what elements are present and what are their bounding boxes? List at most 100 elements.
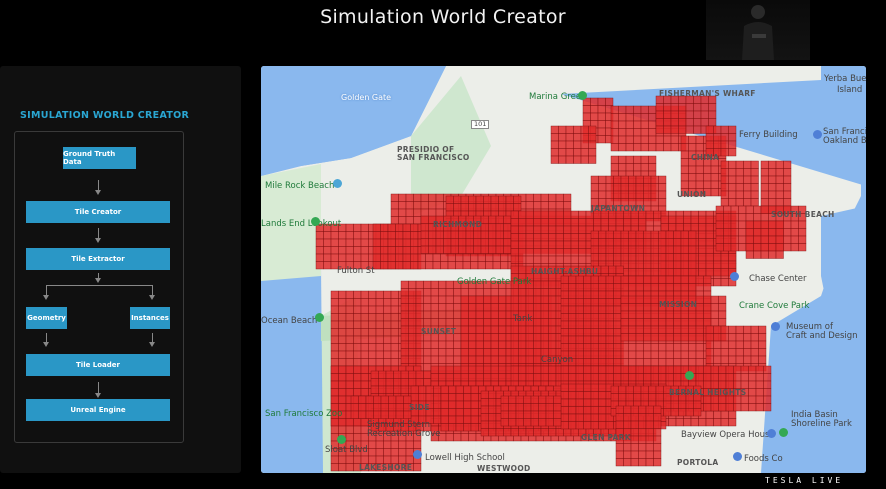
map-tile — [585, 218, 594, 227]
map-tile — [523, 395, 532, 404]
map-tile — [415, 295, 424, 304]
park-pin-icon[interactable] — [685, 371, 694, 380]
map-tile — [755, 403, 764, 412]
map-tile — [798, 220, 807, 229]
map-tile — [648, 128, 657, 137]
map-tile — [748, 403, 757, 412]
map-tile — [658, 310, 667, 319]
map-tile — [597, 120, 606, 129]
map-tile — [620, 238, 629, 247]
map-tile — [468, 195, 477, 204]
map-label-ferry-building: Ferry Building — [739, 130, 798, 140]
venue-pin-icon[interactable] — [767, 429, 776, 438]
map-tile — [720, 340, 729, 349]
map-tile — [598, 343, 607, 352]
park-pin-icon[interactable] — [315, 313, 324, 322]
map-tile — [723, 213, 732, 222]
map-tile — [783, 220, 792, 229]
map-tile — [620, 245, 629, 254]
map-tile — [655, 393, 664, 402]
map-tile — [410, 253, 419, 262]
map-tile — [605, 283, 614, 292]
map-tile — [495, 223, 504, 232]
map-tile — [720, 355, 729, 364]
map-tile — [620, 325, 629, 334]
map-tile — [582, 112, 591, 121]
map-tile — [463, 415, 472, 424]
map-tile — [578, 248, 587, 257]
map-tile — [625, 120, 634, 129]
map-tile — [588, 140, 597, 149]
diagram-panel: SIMULATION WORLD CREATOR Ground Truth Da… — [0, 66, 241, 473]
map-tile — [360, 253, 369, 262]
zoo-pin-icon[interactable] — [337, 435, 346, 444]
map-tile — [680, 350, 689, 359]
map-tile — [510, 373, 519, 382]
map-tile — [635, 310, 644, 319]
map-tile — [673, 333, 682, 342]
map-tile — [548, 225, 557, 234]
map-tile — [408, 370, 417, 379]
map-tile — [630, 428, 639, 437]
map-tile — [708, 110, 717, 119]
map-tile — [453, 355, 462, 364]
map-tile — [670, 135, 679, 144]
landmark-pin-icon[interactable] — [813, 130, 822, 139]
map-tile — [390, 201, 399, 210]
beach-pin-icon[interactable] — [333, 179, 342, 188]
school-pin-icon[interactable] — [413, 450, 422, 459]
map-tile — [640, 155, 649, 164]
park-pin-icon[interactable] — [578, 91, 587, 100]
city-map[interactable]: Golden Gate Marina Green FISHERMAN'S WHA… — [261, 66, 866, 473]
map-tile — [630, 435, 639, 444]
map-tile — [593, 218, 602, 227]
map-tile — [533, 333, 542, 342]
map-tile — [413, 216, 422, 225]
map-tile — [400, 288, 409, 297]
map-tile — [620, 365, 629, 374]
map-tile — [408, 288, 417, 297]
map-label-fulton: Fulton St — [337, 266, 375, 276]
map-tile — [425, 385, 434, 394]
map-tile — [323, 231, 332, 240]
map-tile — [658, 373, 667, 382]
map-tile — [745, 205, 754, 214]
map-tile — [498, 333, 507, 342]
map-tile — [548, 210, 557, 219]
map-tile — [365, 410, 374, 419]
map-tile — [693, 118, 702, 127]
arena-pin-icon[interactable] — [730, 272, 739, 281]
map-tile — [490, 325, 499, 334]
park-pin-icon[interactable] — [311, 217, 320, 226]
map-tile — [400, 310, 409, 319]
map-tile — [688, 333, 697, 342]
map-tile — [678, 118, 687, 127]
map-tile — [420, 223, 429, 232]
map-tile — [605, 313, 614, 322]
map-tile — [735, 333, 744, 342]
map-tile — [345, 463, 354, 472]
map-tile — [590, 335, 599, 344]
map-tile — [475, 310, 484, 319]
map-tile — [373, 395, 382, 404]
map-tile — [640, 113, 649, 122]
map-tile — [503, 238, 512, 247]
store-pin-icon[interactable] — [733, 452, 742, 461]
map-tile — [360, 320, 369, 329]
map-tile — [703, 373, 712, 382]
map-tile — [330, 425, 339, 434]
map-tile — [665, 230, 674, 239]
map-tile — [680, 268, 689, 277]
map-tile — [395, 410, 404, 419]
map-tile — [410, 385, 419, 394]
map-tile — [688, 238, 697, 247]
museum-pin-icon[interactable] — [771, 322, 780, 331]
map-tile — [475, 355, 484, 364]
map-tile — [758, 325, 767, 334]
map-tile — [738, 220, 747, 229]
map-tile — [470, 261, 479, 270]
map-tile — [643, 295, 652, 304]
map-tile — [468, 333, 477, 342]
park-pin-icon[interactable] — [779, 428, 788, 437]
map-tile — [553, 403, 562, 412]
